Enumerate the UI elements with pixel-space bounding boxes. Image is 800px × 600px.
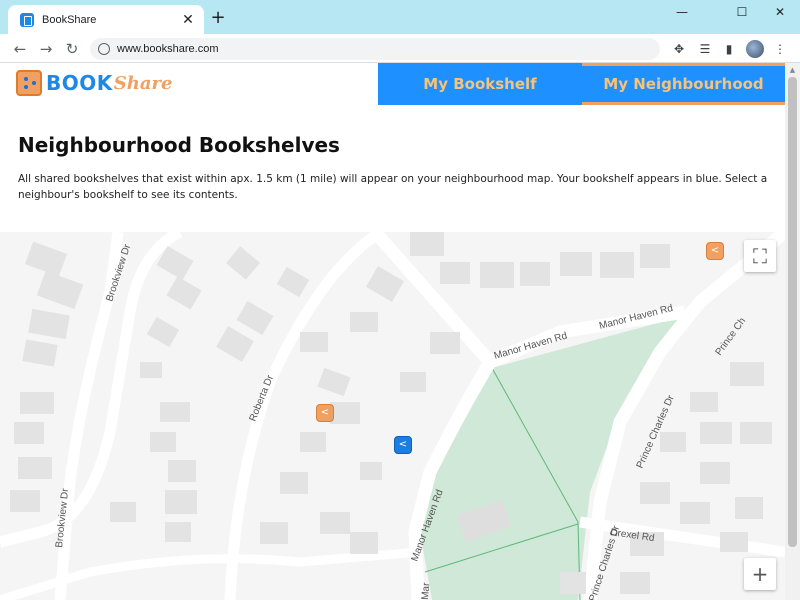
url-text[interactable]: www.bookshare.com: [117, 43, 219, 55]
neighbourhood-map[interactable]: Brookview Dr Brookview Dr Roberta Dr Man…: [0, 232, 785, 600]
close-tab-icon[interactable]: ✕: [180, 12, 196, 28]
back-arrow-icon[interactable]: ←: [9, 38, 31, 60]
page-scrollbar[interactable]: ▲: [785, 63, 800, 600]
plus-icon: +: [751, 562, 769, 586]
close-window-button[interactable]: ✕: [760, 0, 800, 24]
new-tab-button[interactable]: +: [208, 8, 228, 28]
fullscreen-button[interactable]: ⛶: [744, 240, 776, 272]
browser-tab-strip: BookShare ✕ + — ☐ ✕: [0, 0, 800, 34]
side-panel-icon[interactable]: ▮: [719, 39, 739, 59]
reading-list-icon[interactable]: ☰: [695, 39, 715, 59]
bookshare-favicon-icon: [20, 12, 34, 27]
page-description: All shared bookshelves that exist within…: [18, 173, 768, 201]
logo-text-share: Share: [113, 72, 173, 94]
tab-title: BookShare: [42, 13, 97, 26]
scrollbar-thumb[interactable]: [788, 77, 797, 547]
my-bookshelf-marker[interactable]: <: [394, 436, 412, 454]
share-icon: <: [710, 245, 720, 256]
neighbour-bookshelf-marker[interactable]: <: [706, 242, 724, 260]
page-content: BOOK Share My Bookshelf My Neighbourhood…: [0, 63, 785, 600]
browser-tab[interactable]: BookShare ✕: [8, 5, 204, 34]
browser-menu-icon[interactable]: ⋮: [770, 39, 790, 59]
site-info-icon[interactable]: [98, 43, 110, 55]
minimize-window-button[interactable]: —: [662, 0, 702, 24]
page-title: Neighbourhood Bookshelves: [18, 133, 340, 157]
browser-toolbar: ← → ↻ www.bookshare.com ✥ ☰ ▮ ⋮: [0, 34, 800, 63]
forward-arrow-icon[interactable]: →: [35, 38, 57, 60]
reload-icon[interactable]: ↻: [61, 38, 83, 60]
road-label-manor-partial: Mar: [420, 582, 432, 600]
profile-avatar[interactable]: [746, 40, 764, 58]
share-icon: <: [398, 439, 408, 450]
scroll-up-icon[interactable]: ▲: [788, 66, 797, 74]
fullscreen-icon: ⛶: [753, 244, 767, 268]
road-label-prince-charles: Prince Charles Dr: [635, 393, 677, 470]
tab-my-bookshelf[interactable]: My Bookshelf: [378, 63, 582, 105]
bookshare-logo[interactable]: BOOK Share: [16, 70, 172, 96]
map-canvas[interactable]: Brookview Dr Brookview Dr Roberta Dr Man…: [0, 232, 785, 600]
extensions-icon[interactable]: ✥: [669, 39, 689, 59]
address-bar[interactable]: www.bookshare.com: [90, 38, 660, 60]
share-logo-icon: [16, 70, 42, 96]
road-label-prince-charles-north: Prince Ch: [714, 316, 749, 358]
logo-text-book: BOOK: [46, 71, 113, 95]
neighbour-bookshelf-marker[interactable]: <: [316, 404, 334, 422]
zoom-in-button[interactable]: +: [744, 558, 776, 590]
tab-my-neighbourhood[interactable]: My Neighbourhood: [582, 63, 785, 105]
share-icon: <: [320, 407, 330, 418]
maximize-window-button[interactable]: ☐: [722, 0, 762, 24]
